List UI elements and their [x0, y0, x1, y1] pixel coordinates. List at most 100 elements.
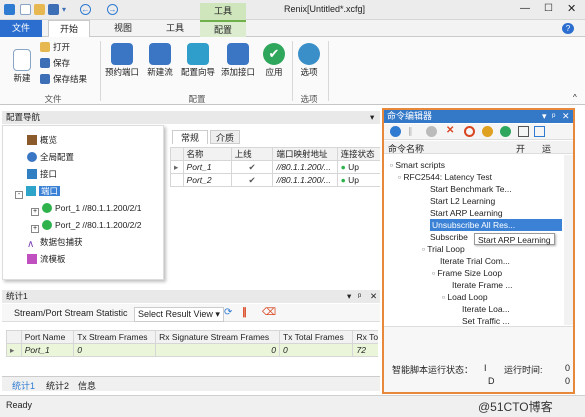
- column-header[interactable]: Tx Stream Frames: [73, 330, 157, 344]
- new-file-icon[interactable]: [20, 4, 31, 15]
- row-selector[interactable]: ▸: [6, 343, 22, 357]
- row-selector[interactable]: [170, 173, 184, 187]
- online-checkbox[interactable]: ✔: [230, 173, 274, 187]
- column-header[interactable]: Rx Signature Stream Frames: [155, 330, 280, 344]
- tree-item-selected[interactable]: Unsubscribe All Res...: [430, 219, 562, 231]
- online-checkbox[interactable]: ✔: [230, 160, 274, 174]
- reserve-port-button[interactable]: 预约端口: [103, 43, 141, 77]
- tree-item[interactable]: ▫ Trial Loop: [422, 243, 465, 255]
- expand-icon[interactable]: +: [31, 208, 39, 216]
- column-header[interactable]: Tx Total Frames: [278, 330, 354, 344]
- tree-item[interactable]: Start ARP Learning: [430, 207, 503, 219]
- expand-icon[interactable]: +: [31, 225, 39, 233]
- maximize-button[interactable]: ☐: [544, 3, 553, 14]
- tab-stats-2[interactable]: 统计2: [46, 379, 69, 392]
- tab-info[interactable]: 信息: [78, 379, 96, 392]
- tree-item[interactable]: ▫ Load Loop: [442, 291, 488, 303]
- config-wizard-button[interactable]: 配置向导: [178, 43, 218, 77]
- column-header[interactable]: 上线: [230, 147, 274, 161]
- options-button[interactable]: 选项: [294, 43, 324, 77]
- close-button[interactable]: ✕: [567, 2, 576, 15]
- close-icon[interactable]: ✕: [370, 290, 377, 303]
- minimize-button[interactable]: —: [520, 3, 530, 14]
- column-header[interactable]: 端口映射地址: [272, 147, 338, 161]
- tab-view[interactable]: 视图: [102, 20, 144, 37]
- save-button[interactable]: 保存: [40, 57, 70, 70]
- tab-tools[interactable]: 工具: [154, 20, 196, 37]
- dropdown-icon[interactable]: ▾: [542, 110, 547, 123]
- expand-icon[interactable]: -: [15, 191, 23, 199]
- pin-icon[interactable]: ᵖ: [552, 110, 555, 123]
- tree-item[interactable]: Iterate Loa...: [462, 303, 510, 315]
- tree-item[interactable]: ▫ Smart scripts: [390, 159, 445, 171]
- tree-item[interactable]: Start Benchmark Te...: [430, 183, 512, 195]
- save-icon[interactable]: [48, 4, 59, 15]
- forward-icon[interactable]: →: [107, 4, 118, 15]
- column-header[interactable]: 运: [542, 142, 551, 155]
- refresh-icon[interactable]: ⟳: [224, 307, 232, 318]
- column-header[interactable]: 开: [516, 142, 525, 155]
- run-icon[interactable]: [390, 126, 401, 137]
- tab-stats-1[interactable]: 统计1: [12, 379, 35, 392]
- pause-icon[interactable]: ∥: [408, 126, 413, 137]
- column-header[interactable]: Rx Total F: [352, 330, 378, 344]
- port-name-cell[interactable]: Port_1: [20, 343, 75, 357]
- column-header[interactable]: Port Name: [20, 330, 75, 344]
- open-button[interactable]: 打开: [40, 41, 70, 54]
- tree-item[interactable]: Subscribe: [430, 231, 468, 243]
- nav-item-overview[interactable]: 概览: [27, 134, 57, 147]
- table-row[interactable]: Port_2 ✔ //80.1.1.200/... ● Up: [170, 173, 380, 187]
- nav-item-port-2[interactable]: + Port_2 //80.1.1.200/2/2: [31, 219, 141, 233]
- settings-icon[interactable]: [482, 126, 493, 137]
- help-icon[interactable]: ?: [562, 23, 574, 34]
- tree-item[interactable]: Start L2 Learning: [430, 195, 495, 207]
- pin-icon[interactable]: ᵖ: [358, 290, 361, 303]
- tree-item[interactable]: Iterate Trial Com...: [440, 255, 510, 267]
- table-row[interactable]: ▸ Port_1 0 0 0 72: [6, 343, 378, 357]
- clear-icon[interactable]: ⌫: [262, 307, 276, 318]
- tab-start[interactable]: 开始: [48, 20, 90, 37]
- collapse-all-icon[interactable]: [534, 126, 545, 137]
- nav-item-interface[interactable]: 接口: [27, 168, 57, 181]
- close-icon[interactable]: ✕: [562, 110, 570, 123]
- open-folder-icon[interactable]: [34, 4, 45, 15]
- new-stream-button[interactable]: 新建流: [143, 43, 177, 77]
- delete-icon[interactable]: ✕: [446, 125, 454, 136]
- add-interface-button[interactable]: 添加接口: [218, 43, 258, 77]
- table-row[interactable]: ▸ Port_1 ✔ //80.1.1.200/... ● Up: [170, 160, 380, 174]
- tree-item[interactable]: ▫ Frame Size Loop: [432, 267, 502, 279]
- address-cell[interactable]: //80.1.1.200/...: [272, 160, 338, 174]
- back-icon[interactable]: ←: [80, 4, 91, 15]
- tab-config[interactable]: 配置: [200, 20, 246, 37]
- dropdown-icon[interactable]: ▾: [347, 290, 351, 303]
- tree-item[interactable]: Set Traffic ...: [462, 315, 510, 325]
- nav-item-port-1[interactable]: + Port_1 //80.1.1.200/2/1: [31, 202, 141, 216]
- nav-item-ports[interactable]: - 端口: [15, 185, 61, 199]
- nav-item-capture[interactable]: ∧ 数据包捕获: [27, 236, 83, 250]
- refresh-icon[interactable]: [500, 126, 511, 137]
- column-header[interactable]: 连接状态: [336, 147, 380, 161]
- new-button[interactable]: 新建: [8, 49, 36, 83]
- save-result-button[interactable]: 保存结果: [40, 73, 87, 86]
- address-cell[interactable]: //80.1.1.200/...: [272, 173, 338, 187]
- nav-item-stream-template[interactable]: 流模板: [27, 253, 66, 266]
- row-selector[interactable]: ▸: [170, 160, 184, 174]
- pause-icon[interactable]: ∥: [242, 307, 247, 318]
- nav-item-global-config[interactable]: 全局配置: [27, 151, 74, 164]
- scrollbar[interactable]: [564, 155, 573, 325]
- tab-media[interactable]: 介质: [210, 130, 240, 144]
- result-view-select[interactable]: Select Result View ▾: [134, 307, 224, 322]
- expand-all-icon[interactable]: [518, 126, 529, 137]
- stop-icon[interactable]: [426, 126, 437, 137]
- disable-icon[interactable]: [464, 126, 475, 137]
- tree-item[interactable]: ▫ RFC2544: Latency Test: [398, 171, 492, 183]
- port-name-cell[interactable]: Port_1: [182, 160, 232, 174]
- pin-icon[interactable]: ▾: [370, 111, 374, 124]
- column-header[interactable]: 命令名称: [388, 142, 424, 155]
- column-header[interactable]: 名称: [182, 147, 232, 161]
- collapse-ribbon-icon[interactable]: ^: [573, 93, 577, 102]
- dropdown-arrow-icon[interactable]: ▾: [62, 4, 73, 15]
- tree-item[interactable]: Iterate Frame ...: [452, 279, 512, 291]
- apply-button[interactable]: ✔ 应用: [260, 43, 288, 77]
- tab-file[interactable]: 文件: [0, 20, 42, 37]
